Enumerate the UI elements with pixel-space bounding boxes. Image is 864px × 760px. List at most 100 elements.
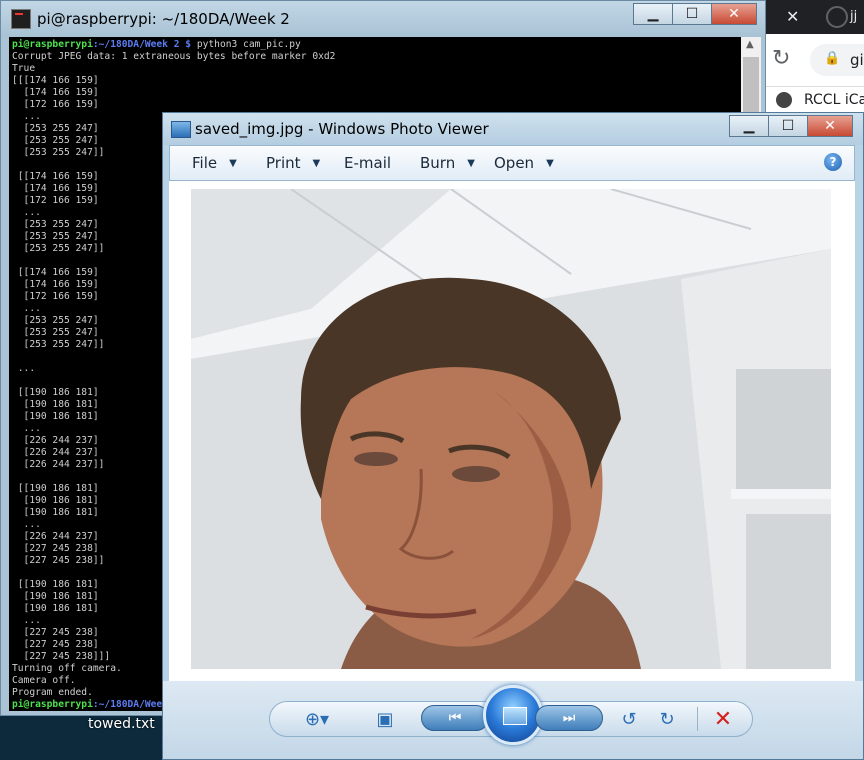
terminal-line: [227 245 238]]]	[23, 651, 111, 662]
terminal-line: [226 244 237]	[23, 531, 99, 542]
menu-label: Print	[266, 154, 301, 172]
slideshow-button[interactable]	[483, 685, 543, 745]
menu-file[interactable]: File ▼	[192, 154, 237, 172]
prompt-path: :~/180DA/Week 2 $	[92, 39, 192, 50]
terminal-line: [[[174 166 159]	[12, 75, 99, 86]
terminal-app-icon	[11, 9, 31, 29]
help-icon[interactable]: ?	[824, 153, 842, 171]
menu-email[interactable]: E-mail	[344, 154, 391, 172]
terminal-line: ...	[23, 423, 41, 434]
close-icon: ✕	[824, 118, 836, 134]
terminal-line: ...	[23, 207, 41, 218]
terminal-line: [190 186 181]	[23, 411, 99, 422]
tab-label[interactable]: jj	[850, 9, 857, 24]
zoom-button[interactable]: ⊕▾	[303, 705, 331, 733]
menu-print[interactable]: Print ▼	[266, 154, 320, 172]
terminal-line: [227 245 238]	[23, 543, 99, 554]
scroll-up-icon[interactable]: ▲	[746, 39, 754, 50]
terminal-line: [253 255 247]	[23, 315, 99, 326]
terminal-line: True	[12, 63, 36, 74]
terminal-line: [172 166 159]	[23, 195, 99, 206]
next-button[interactable]: ⏭	[535, 705, 603, 731]
terminal-command: python3 cam_pic.py	[191, 39, 301, 50]
rotate-counterclockwise-button[interactable]: ↺	[615, 705, 643, 733]
menu-label: File	[192, 154, 218, 172]
terminal-line: [227 245 238]	[23, 639, 99, 650]
terminal-line: ...	[23, 303, 41, 314]
terminal-line: [253 255 247]]	[23, 147, 105, 158]
maximize-icon: ☐	[685, 6, 699, 22]
chevron-down-icon: ▼	[229, 157, 237, 169]
separator	[697, 707, 698, 731]
terminal-line: [253 255 247]	[23, 135, 99, 146]
terminal-line: [253 255 247]	[23, 231, 99, 242]
terminal-line: [227 245 238]	[23, 627, 99, 638]
terminal-line: [227 245 238]]	[23, 555, 105, 566]
chevron-down-icon: ▼	[546, 157, 554, 169]
menu-burn[interactable]: Burn ▼	[420, 154, 475, 172]
terminal-line: [[174 166 159]	[17, 171, 99, 182]
menu-label: Open	[494, 154, 535, 172]
profile-avatar[interactable]	[826, 6, 848, 28]
browser-toolbar: ↻ 🔒 gi	[766, 34, 864, 87]
previous-button[interactable]: ⏮	[421, 705, 489, 731]
terminal-line: [[174 166 159]	[17, 267, 99, 278]
rotate-counterclockwise-icon: ↺	[621, 708, 637, 730]
terminal-line: ...	[23, 519, 41, 530]
terminal-line: [[190 186 181]	[17, 483, 99, 494]
address-text: gi	[850, 51, 864, 69]
delete-button[interactable]: ✕	[709, 705, 737, 733]
terminal-line: ...	[23, 615, 41, 626]
tab-close-icon[interactable]: ✕	[786, 7, 799, 26]
viewer-titlebar[interactable]: saved_img.jpg - Windows Photo Viewer ▁ ☐…	[163, 113, 863, 145]
prompt-user: pi@raspberrypi	[12, 39, 93, 50]
previous-icon: ⏮	[448, 710, 462, 726]
prompt-user: pi@raspberrypi	[12, 699, 93, 710]
minimize-button[interactable]: ▁	[633, 3, 673, 25]
delete-icon: ✕	[713, 706, 733, 732]
address-bar[interactable]: 🔒 gi	[810, 44, 864, 76]
menu-open[interactable]: Open ▼	[494, 154, 554, 172]
photo-viewer-app-icon	[171, 121, 191, 138]
close-icon: ✕	[728, 6, 740, 22]
browser-tabstrip: ✕ jj	[766, 0, 864, 34]
terminal-line: [253 255 247]	[23, 327, 99, 338]
prompt-path: :~/180DA/Wee	[92, 699, 163, 710]
terminal-line: [190 186 181]	[23, 495, 99, 506]
minimize-icon: ▁	[647, 6, 659, 22]
next-icon: ⏭	[562, 710, 576, 726]
maximize-button[interactable]: ☐	[768, 115, 808, 137]
displayed-photo[interactable]	[191, 189, 831, 669]
close-button[interactable]: ✕	[807, 115, 853, 137]
terminal-line: [226 244 237]	[23, 435, 99, 446]
terminal-line: [226 244 237]	[23, 447, 99, 458]
photo-viewer-window: saved_img.jpg - Windows Photo Viewer ▁ ☐…	[162, 112, 864, 760]
terminal-line: ...	[23, 111, 41, 122]
terminal-line: Camera off.	[12, 675, 76, 686]
terminal-line: [190 186 181]	[23, 591, 99, 602]
terminal-titlebar[interactable]: pi@raspberrypi: ~/180DA/Week 2 ▁ ☐ ✕	[1, 1, 765, 37]
viewer-title: saved_img.jpg - Windows Photo Viewer	[195, 120, 489, 138]
desktop-file-label[interactable]: towed.txt	[88, 716, 155, 732]
terminal-line: [253 255 247]	[23, 123, 99, 134]
chevron-down-icon: ▼	[312, 157, 321, 169]
slideshow-icon	[503, 707, 527, 725]
terminal-line: Program ended.	[12, 687, 93, 698]
minimize-button[interactable]: ▁	[729, 115, 769, 137]
menu-label: E-mail	[344, 154, 392, 172]
image-canvas	[169, 181, 855, 681]
terminal-line: [172 166 159]	[23, 99, 99, 110]
maximize-button[interactable]: ☐	[672, 3, 712, 25]
bookmark-item[interactable]: RCCL iCa	[804, 92, 864, 108]
terminal-line: [174 166 159]	[23, 279, 99, 290]
terminal-line: [172 166 159]	[23, 291, 99, 302]
actual-size-icon: ▣	[376, 708, 394, 730]
terminal-line: Turning off camera.	[12, 663, 122, 674]
terminal-line: [[190 186 181]	[17, 579, 99, 590]
reload-icon[interactable]: ↻	[772, 46, 790, 71]
actual-size-button[interactable]: ▣	[371, 705, 399, 733]
close-button[interactable]: ✕	[711, 3, 757, 25]
terminal-line: [190 186 181]	[23, 399, 99, 410]
chevron-down-icon: ▼	[467, 157, 475, 169]
rotate-clockwise-button[interactable]: ↻	[653, 705, 681, 733]
